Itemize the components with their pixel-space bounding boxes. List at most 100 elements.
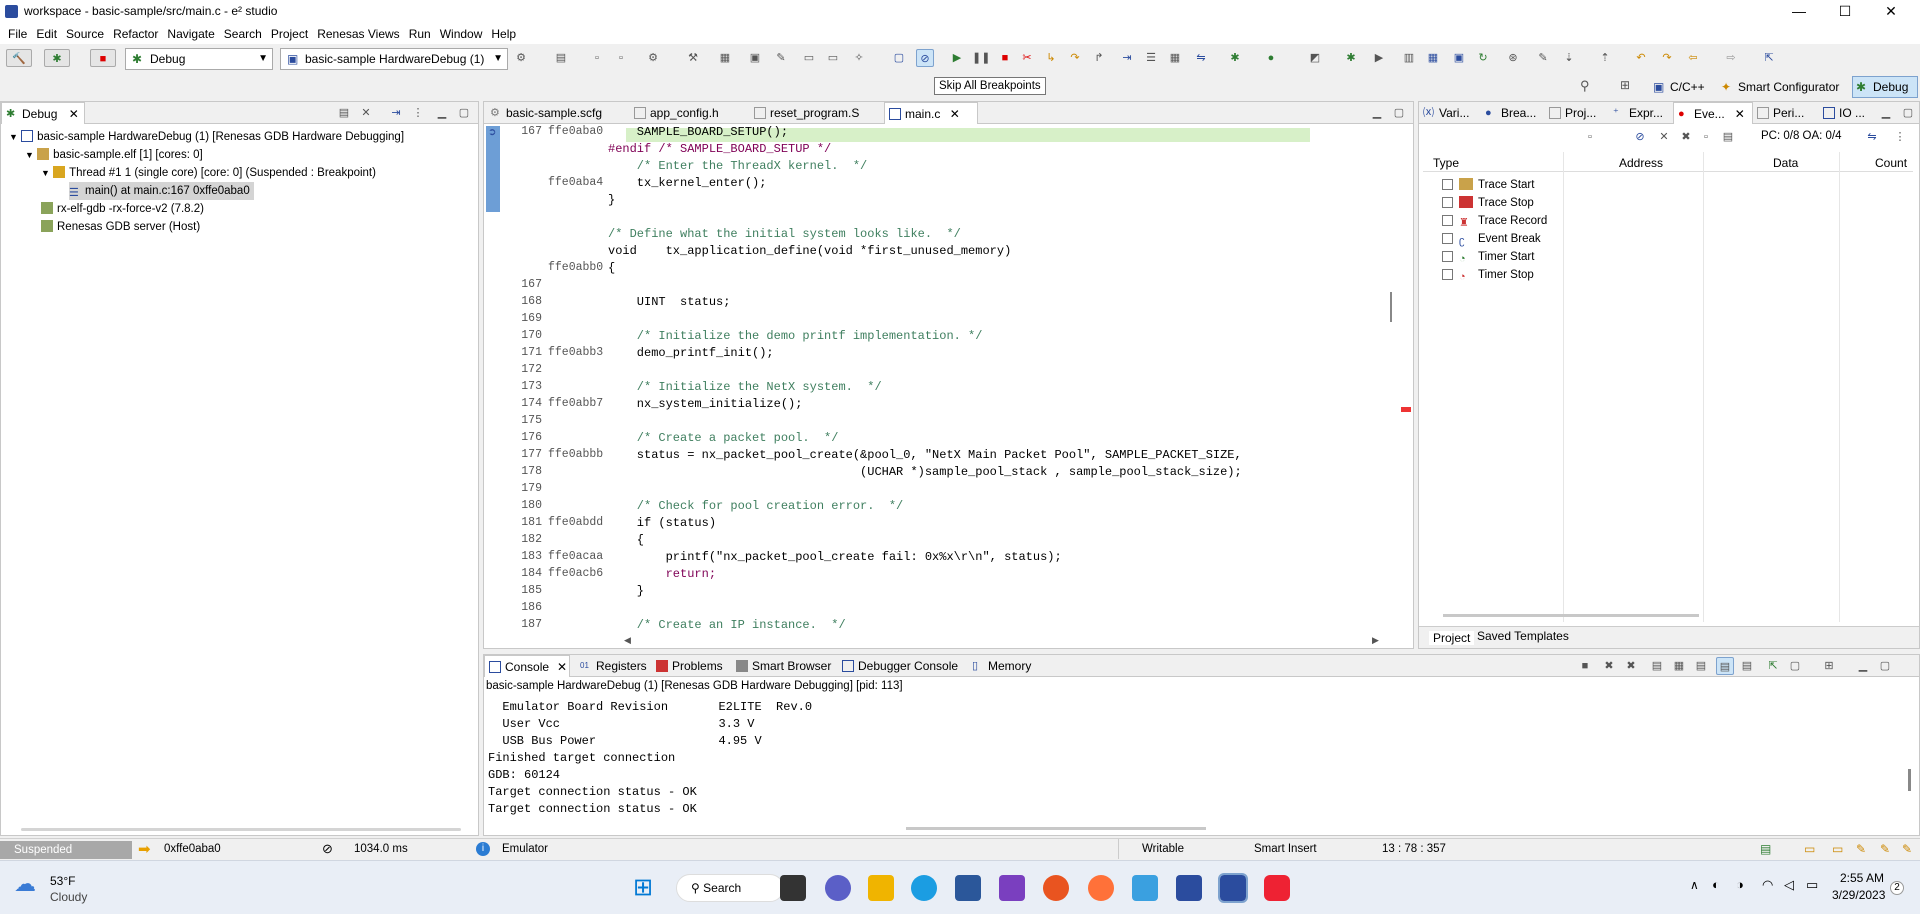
tree-item-elf[interactable]: ▼ basic-sample.elf [1] [cores: 0] — [25, 146, 203, 164]
refresh-icon[interactable]: ↻ — [1474, 49, 1492, 67]
code-line[interactable]: 171 ffe0abb3 demo_printf_init(); — [502, 346, 1402, 363]
module-icon[interactable]: ▣ — [1450, 49, 1468, 67]
remove-event-icon[interactable]: ✕ — [1655, 128, 1673, 146]
code-line[interactable]: 186 — [502, 601, 1402, 618]
event-checkbox[interactable] — [1442, 179, 1453, 190]
debug-bug-icon[interactable]: ✱ — [44, 49, 70, 67]
disconnect-icon[interactable]: ✂ — [1018, 49, 1036, 67]
close-button[interactable]: ✕ — [1868, 0, 1914, 24]
status-tool-icon[interactable]: ▭ — [1804, 842, 1815, 856]
tab-expressions[interactable]: ⁺ Expr... — [1609, 102, 1673, 124]
list-icon[interactable]: ☰ — [1142, 49, 1160, 67]
volume-icon[interactable]: ◁ — [1784, 877, 1794, 893]
event-checkbox[interactable] — [1442, 269, 1453, 280]
grid-icon[interactable]: ▦ — [1166, 49, 1184, 67]
tab-main-c[interactable]: main.c ✕ — [884, 102, 978, 124]
show-on-error-icon[interactable]: ▤ — [1738, 657, 1756, 675]
vertical-scrollbar[interactable] — [1908, 769, 1911, 791]
code-line[interactable]: 174 ffe0abb7 nx_system_initialize(); — [502, 397, 1402, 414]
code-line[interactable]: ffe0aba4 tx_kernel_enter(); — [502, 176, 1402, 193]
screen-icon[interactable]: ▢ — [890, 49, 908, 67]
back-icon[interactable]: ⇦ — [1684, 49, 1702, 67]
tab-breakpoints[interactable]: ● Brea... — [1481, 102, 1545, 124]
event-checkbox[interactable] — [1442, 251, 1453, 262]
code-line[interactable]: 172 — [502, 363, 1402, 380]
code-line[interactable]: 170 /* Initialize the demo printf implem… — [502, 329, 1402, 346]
chip-icon[interactable]: ▣ — [746, 49, 764, 67]
code-line[interactable]: 176 /* Create a packet pool. */ — [502, 431, 1402, 448]
minimize-view-icon[interactable]: ▁ — [1368, 104, 1386, 122]
build-config-icon[interactable]: ⚙ — [644, 49, 662, 67]
tab-peripherals[interactable]: Peri... — [1753, 102, 1819, 124]
firefox-icon[interactable] — [1088, 875, 1114, 901]
launch-mode-select[interactable]: ✱ Debug ▼ — [125, 48, 273, 70]
horizontal-scrollbar[interactable] — [906, 827, 1206, 830]
status-tool-icon[interactable]: ✎ — [1880, 842, 1890, 856]
git-icon[interactable] — [1264, 875, 1290, 901]
suspend-icon[interactable]: ❚❚ — [972, 49, 990, 67]
maximize-view-icon[interactable]: ▢ — [1390, 104, 1408, 122]
tree-item-gdb[interactable]: rx-elf-gdb -rx-force-v2 (7.8.2) — [41, 200, 204, 218]
remove-terminated-icon[interactable]: ✕ — [357, 104, 375, 122]
tray-app-icon[interactable]: ◐ — [1712, 877, 1720, 892]
status-tool-icon[interactable]: ▭ — [1832, 842, 1843, 856]
word-wrap-icon[interactable]: ▤ — [1692, 657, 1710, 675]
tree-item-launch[interactable]: ▼ basic-sample HardwareDebug (1) [Renesa… — [9, 128, 404, 146]
run-icon[interactable]: ● — [1262, 49, 1280, 67]
code-line[interactable]: 183 ffe0acaa printf("nx_packet_pool_creat… — [502, 550, 1402, 567]
clear-console-icon[interactable]: ▤ — [1648, 657, 1666, 675]
view-menu-icon[interactable]: ⋮ — [1891, 128, 1909, 146]
collapse-all-icon[interactable]: ▤ — [335, 104, 353, 122]
open-folder-icon[interactable]: ▭ — [824, 49, 842, 67]
code-area[interactable]: 167 ffe0aba0 SAMPLE_BOARD_SETUP(); #endif … — [502, 125, 1402, 635]
e2-studio-active-icon[interactable] — [1218, 873, 1248, 903]
link-icon[interactable]: ⇋ — [1863, 128, 1881, 146]
column-type[interactable]: Type — [1433, 156, 1459, 170]
tree-item-gdb-server[interactable]: Renesas GDB server (Host) — [41, 218, 200, 236]
new-console-icon[interactable]: ⊞ — [1820, 657, 1838, 675]
menu-window[interactable]: Window — [440, 27, 483, 41]
minimize-view-icon[interactable]: ▁ — [1854, 657, 1872, 675]
tray-app-icon[interactable]: ◑ — [1736, 877, 1744, 892]
battery-icon[interactable]: ▭ — [1806, 877, 1818, 893]
wifi-icon[interactable]: ◠ — [1762, 877, 1773, 893]
menu-renesas-views[interactable]: Renesas Views — [317, 27, 400, 41]
forward-icon[interactable]: ▶ — [1370, 49, 1388, 67]
minimize-view-icon[interactable]: ▁ — [433, 104, 451, 122]
pencil-icon[interactable]: ✎ — [772, 49, 790, 67]
search-icon[interactable]: ⚲ — [1580, 78, 1600, 96]
code-line[interactable]: } — [502, 193, 1402, 210]
event-row-timer-stop[interactable]: ◔ Timer Stop — [1442, 266, 1534, 284]
code-line[interactable]: void tx_application_define(void *first_u… — [502, 244, 1402, 261]
pin-console-icon[interactable]: ⇱ — [1764, 657, 1782, 675]
code-line[interactable]: #endif /* SAMPLE_BOARD_SETUP */ — [502, 142, 1402, 159]
external-tools-icon[interactable]: ◩ — [1306, 49, 1324, 67]
ubuntu-icon[interactable] — [1043, 875, 1069, 901]
code-line[interactable]: 187 /* Create an IP instance. */ — [502, 618, 1402, 635]
tab-project[interactable]: Proj... — [1545, 102, 1609, 124]
tab-debugger-console[interactable]: Debugger Console — [838, 655, 962, 677]
open-perspective-icon[interactable]: ⊞ — [1620, 78, 1640, 96]
remove-launch-icon[interactable]: ✖ — [1600, 657, 1618, 675]
teams-icon[interactable] — [825, 875, 851, 901]
tab-memory[interactable]: ▯ Memory — [968, 655, 1038, 677]
code-line[interactable]: 167 — [502, 278, 1402, 295]
maximize-view-icon[interactable]: ▢ — [1876, 657, 1894, 675]
column-count[interactable]: Count — [1875, 156, 1907, 170]
tab-app-config-h[interactable]: app_config.h — [630, 102, 726, 124]
vertical-scrollbar[interactable] — [1390, 292, 1392, 322]
bug-icon[interactable]: ✱ — [1342, 49, 1360, 67]
event-row-trace-record[interactable]: ♜ Trace Record — [1442, 212, 1547, 230]
code-line[interactable]: /* Enter the ThreadX kernel. */ — [502, 159, 1402, 176]
export-events-icon[interactable]: ▤ — [1719, 128, 1737, 146]
remove-all-events-icon[interactable]: ✖ — [1677, 128, 1695, 146]
code-line[interactable]: 179 — [502, 482, 1402, 499]
code-line[interactable]: 175 — [502, 414, 1402, 431]
edit-location-icon[interactable]: ↷ — [1658, 49, 1676, 67]
forward-nav-icon[interactable]: ⇨ — [1722, 49, 1740, 67]
tab-smart-browser[interactable]: Smart Browser — [732, 655, 832, 677]
horizontal-scrollbar[interactable] — [1443, 614, 1699, 617]
taskbar-search[interactable]: ⚲ Search — [676, 874, 784, 902]
clock-time[interactable]: 2:55 AM — [1840, 871, 1884, 885]
maximize-view-icon[interactable]: ▢ — [455, 104, 473, 122]
